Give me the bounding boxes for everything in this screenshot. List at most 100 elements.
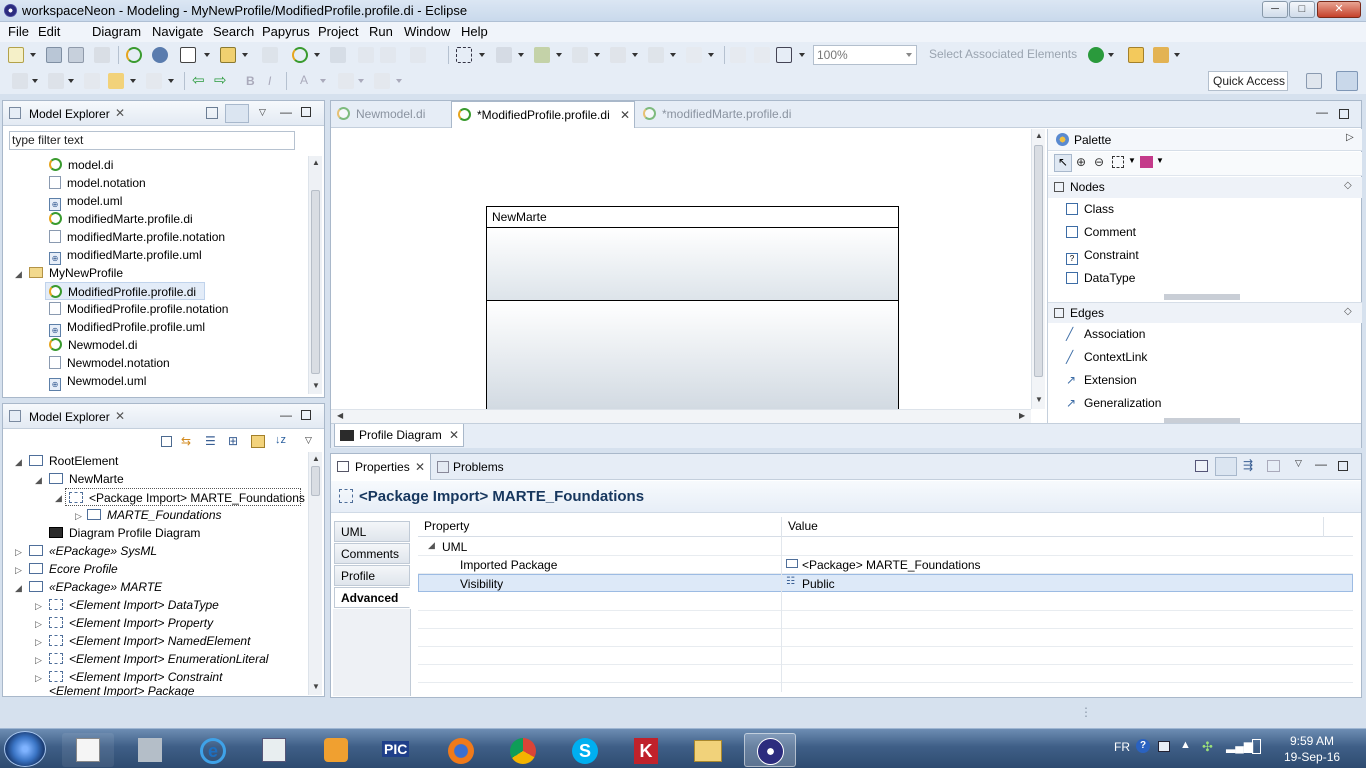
scroll-up-icon[interactable]: ▲: [312, 454, 320, 463]
expand-toggle-icon[interactable]: ◢: [428, 540, 435, 551]
tree-item[interactable]: RootElement: [29, 452, 118, 470]
hand-icon[interactable]: [610, 47, 626, 63]
taskbar-chrome[interactable]: [496, 733, 548, 767]
expand-toggle-icon[interactable]: ◢: [15, 269, 22, 280]
palette-tool-class[interactable]: Class: [1066, 199, 1114, 219]
chevron-down-icon[interactable]: [556, 53, 562, 57]
prop-tab-profile[interactable]: Profile: [334, 565, 410, 586]
snap-icon[interactable]: [730, 47, 746, 63]
tree-item[interactable]: ⊕ Newmodel.uml: [49, 372, 146, 391]
select-icon[interactable]: [456, 47, 472, 63]
minimize-view-icon[interactable]: —: [280, 105, 292, 119]
chevron-down-icon[interactable]: [396, 79, 402, 83]
resize-icon[interactable]: [686, 47, 702, 63]
collapse-toggle-icon[interactable]: ▷: [15, 547, 22, 558]
chevron-down-icon[interactable]: [906, 53, 912, 57]
tree-item[interactable]: Ecore Profile: [29, 560, 118, 578]
collapse-toggle-icon[interactable]: ▷: [35, 601, 42, 612]
maximize-view-icon[interactable]: [1339, 109, 1349, 119]
stereotype-tool-icon[interactable]: [1140, 156, 1153, 168]
chevron-down-icon[interactable]: ▼: [1156, 156, 1164, 165]
tree-item[interactable]: ⊕ modifiedMarte.profile.uml: [49, 246, 202, 265]
menu-file[interactable]: File: [8, 24, 29, 39]
tree-item[interactable]: ⊕ model.uml: [49, 192, 122, 211]
chevron-down-icon[interactable]: [30, 53, 36, 57]
view-menu-icon[interactable]: ▽: [1295, 458, 1302, 469]
save-all-icon[interactable]: [68, 47, 84, 63]
close-icon[interactable]: ✕: [115, 409, 125, 423]
debug-icon[interactable]: [1088, 47, 1104, 63]
tree-item[interactable]: <Element Import> Constraint: [49, 668, 222, 686]
route-icon[interactable]: [648, 47, 664, 63]
minimize-button[interactable]: ─: [1262, 1, 1288, 18]
chevron-down-icon[interactable]: [708, 53, 714, 57]
canvas-vertical-scrollbar[interactable]: ▲ ▼: [1031, 129, 1045, 409]
zoom-combo[interactable]: 100%: [813, 45, 917, 65]
tree-item[interactable]: ModifiedProfile.profile.notation: [49, 300, 228, 318]
format-icon[interactable]: [572, 47, 588, 63]
bold-icon[interactable]: B: [246, 74, 255, 88]
package-shape[interactable]: NewMarte: [486, 206, 899, 410]
scroll-down-icon[interactable]: ▼: [312, 381, 320, 390]
marquee-icon[interactable]: [1112, 156, 1124, 168]
chevron-down-icon[interactable]: [1174, 53, 1180, 57]
taskbar-firefox[interactable]: [434, 733, 486, 767]
scroll-thumb[interactable]: [1034, 145, 1043, 377]
maximize-view-icon[interactable]: [301, 107, 311, 117]
property-value[interactable]: <Package> MARTE_Foundations: [802, 558, 981, 572]
menu-edit[interactable]: Edit: [38, 24, 60, 39]
italic-icon[interactable]: I: [268, 74, 271, 88]
palette-tool-generalization[interactable]: ↗ Generalization: [1066, 393, 1161, 413]
canvas-horizontal-scrollbar[interactable]: ◀ ▶: [331, 409, 1031, 423]
menu-window[interactable]: Window: [404, 24, 450, 39]
taskbar-app-2[interactable]: [124, 733, 176, 767]
select-associated-elements[interactable]: Select Associated Elements: [929, 47, 1077, 61]
chevron-down-icon[interactable]: [1108, 53, 1114, 57]
align-icon[interactable]: [534, 47, 550, 63]
tree-item-selected[interactable]: ModifiedProfile.profile.di: [45, 282, 205, 300]
tree-item[interactable]: modifiedMarte.profile.di: [49, 210, 193, 228]
save-icon[interactable]: [46, 47, 62, 63]
taskbar-app-4[interactable]: [248, 733, 300, 767]
palette-tool-contextlink[interactable]: ╱ ContextLink: [1066, 347, 1147, 367]
close-icon[interactable]: ✕: [620, 108, 630, 122]
menu-project[interactable]: Project: [318, 24, 358, 39]
drawer-scroll-indicator[interactable]: [1164, 418, 1240, 423]
table-row-group[interactable]: ◢ UML: [418, 538, 1353, 556]
clock-time[interactable]: 9:59 AM: [1290, 734, 1334, 748]
annotation-icon[interactable]: [48, 73, 64, 89]
link-icon[interactable]: [330, 47, 346, 63]
close-icon[interactable]: ✕: [115, 106, 125, 120]
tab-newmodel[interactable]: Newmodel.di: [337, 107, 425, 121]
chevron-down-icon[interactable]: [204, 53, 210, 57]
scroll-left-icon[interactable]: ◀: [337, 411, 343, 420]
palette-drawer-nodes[interactable]: Nodes ◇: [1048, 177, 1362, 198]
tab-properties[interactable]: Properties ✕: [331, 454, 431, 480]
tree-item[interactable]: <Element Import> Package: [49, 686, 194, 696]
fill-color-icon[interactable]: [338, 73, 354, 89]
forward-arrow-icon[interactable]: ⇨: [214, 73, 230, 89]
taskbar-app-1[interactable]: [62, 733, 114, 767]
collapse-toggle-icon[interactable]: ▷: [15, 565, 22, 576]
tree-icon[interactable]: ⊞: [228, 435, 242, 448]
forward-icon[interactable]: [146, 73, 162, 89]
package-name[interactable]: NewMarte: [487, 207, 898, 228]
maximize-view-icon[interactable]: [301, 410, 311, 420]
drawer-scroll-indicator[interactable]: [1164, 294, 1240, 300]
tree-item[interactable]: model.notation: [49, 174, 146, 192]
collapse-all-icon[interactable]: [206, 107, 218, 119]
new-diagram-icon[interactable]: [180, 47, 196, 63]
expand-toggle-icon[interactable]: ◢: [55, 493, 62, 504]
arrange-icon[interactable]: [496, 47, 512, 63]
chevron-down-icon[interactable]: [242, 53, 248, 57]
menu-papyrus[interactable]: Papyrus: [262, 24, 310, 39]
chevron-down-icon[interactable]: [670, 53, 676, 57]
pin-view-icon[interactable]: [1195, 460, 1208, 472]
tree-item[interactable]: «EPackage» SysML: [29, 542, 157, 560]
tree-item[interactable]: «EPackage» MARTE: [29, 578, 162, 596]
papyrus-icon[interactable]: [126, 47, 142, 63]
scroll-down-icon[interactable]: ▼: [1035, 395, 1043, 404]
view-menu-icon[interactable]: ▽: [305, 435, 312, 446]
close-icon[interactable]: ✕: [415, 460, 425, 474]
chevron-up-icon[interactable]: ▲: [1180, 739, 1191, 751]
